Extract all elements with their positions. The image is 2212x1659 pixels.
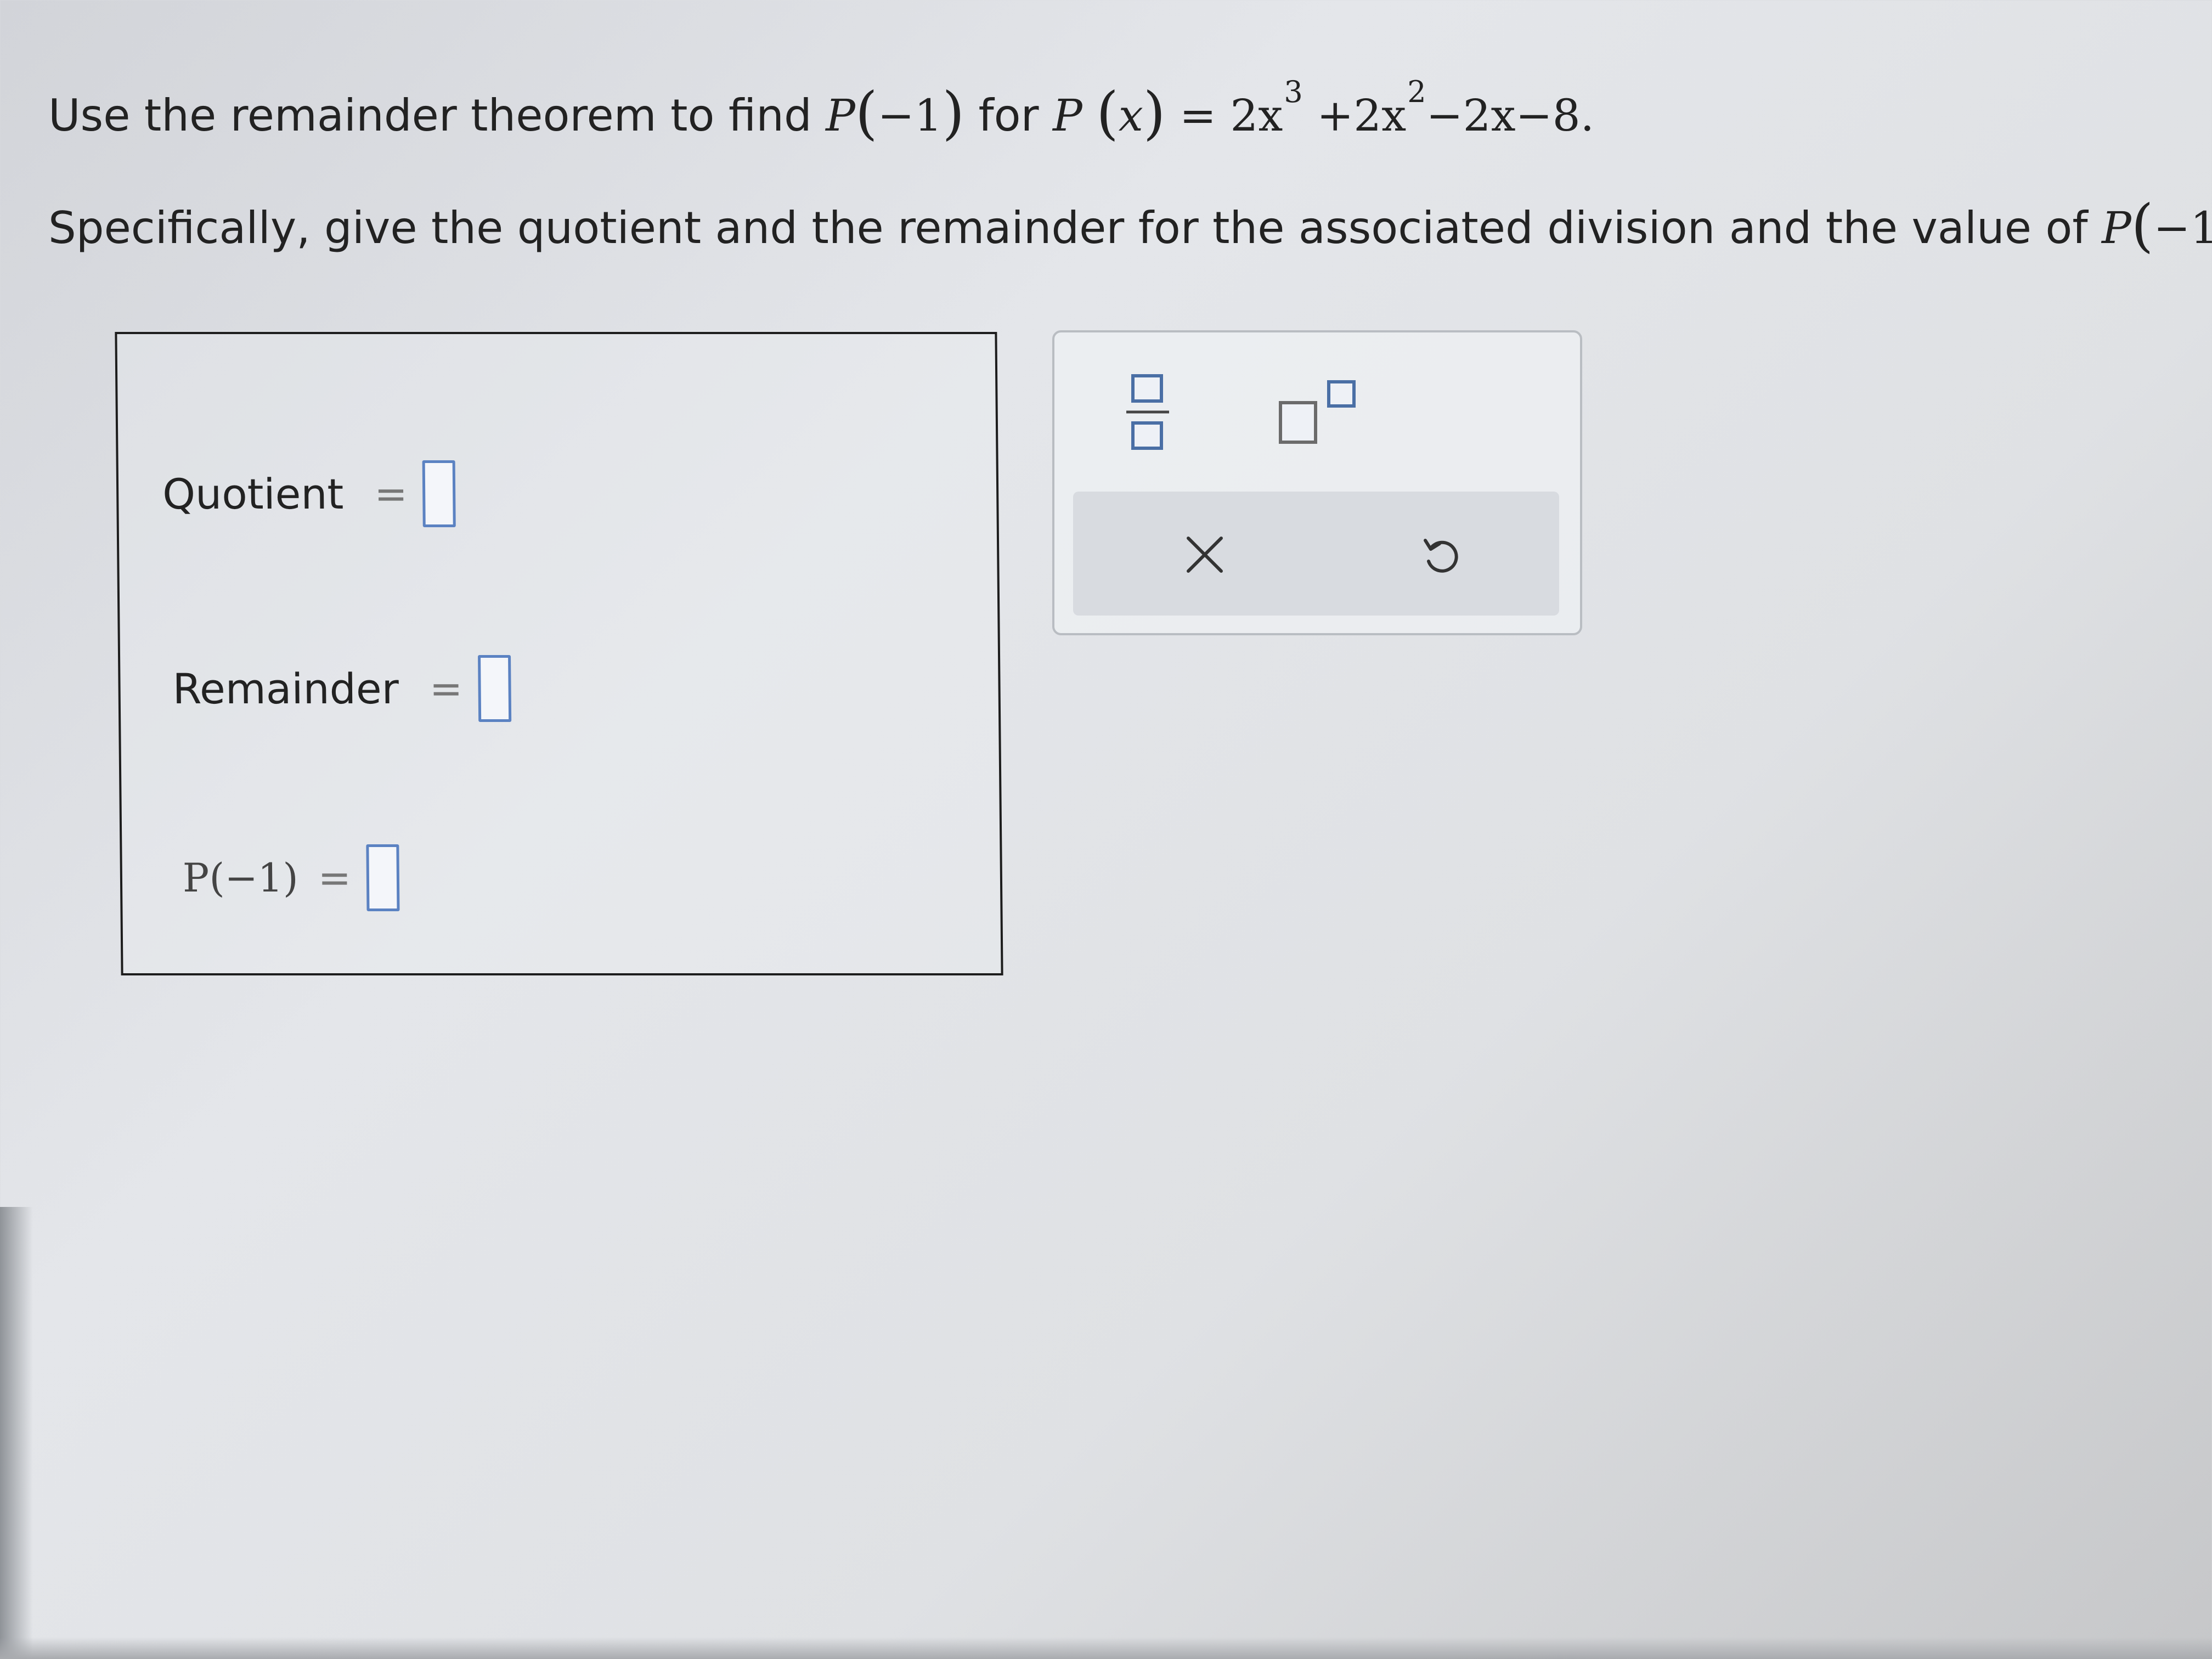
remainder-label: Remainder bbox=[172, 664, 399, 713]
p-neg1-expression: P(−1) bbox=[826, 80, 965, 146]
equals-sign: = bbox=[429, 665, 463, 712]
screen-bottom-shadow bbox=[0, 1637, 2212, 1659]
polynomial-expression: P (x) = 2x3 +2x2−2x−8. bbox=[1052, 75, 1595, 146]
p-neg1-row: P(−1) = bbox=[182, 844, 400, 911]
question-line-2: Specifically, give the quotient and the … bbox=[48, 192, 2212, 259]
quotient-row: Quotient = bbox=[162, 460, 456, 527]
fraction-icon[interactable] bbox=[1115, 365, 1181, 459]
remainder-row: Remainder = bbox=[172, 655, 511, 722]
equals-sign: = bbox=[374, 471, 408, 517]
p-neg1-label: P(−1) bbox=[182, 855, 299, 901]
undo-icon[interactable] bbox=[1408, 522, 1474, 588]
equals-sign: = bbox=[318, 855, 352, 901]
p-neg1-expression-2: P(−1) bbox=[2101, 192, 2212, 259]
quotient-label: Quotient bbox=[162, 469, 344, 518]
math-toolbar bbox=[1052, 330, 1582, 635]
question-instruction: Specifically, give the quotient and the … bbox=[48, 202, 2088, 253]
p-neg1-input[interactable] bbox=[366, 844, 400, 911]
question-for: for bbox=[978, 90, 1039, 141]
toolbar-action-bar bbox=[1073, 492, 1559, 616]
screen-bezel-shadow bbox=[0, 1207, 33, 1659]
clear-icon[interactable] bbox=[1172, 522, 1238, 588]
remainder-input[interactable] bbox=[477, 655, 511, 722]
quotient-input[interactable] bbox=[422, 460, 456, 527]
answer-box: Quotient = Remainder = P(−1) = bbox=[115, 332, 1003, 975]
question-line-1: Use the remainder theorem to find P(−1) … bbox=[48, 75, 1595, 146]
question-intro: Use the remainder theorem to find bbox=[48, 90, 812, 141]
exponent-icon[interactable] bbox=[1274, 376, 1367, 448]
